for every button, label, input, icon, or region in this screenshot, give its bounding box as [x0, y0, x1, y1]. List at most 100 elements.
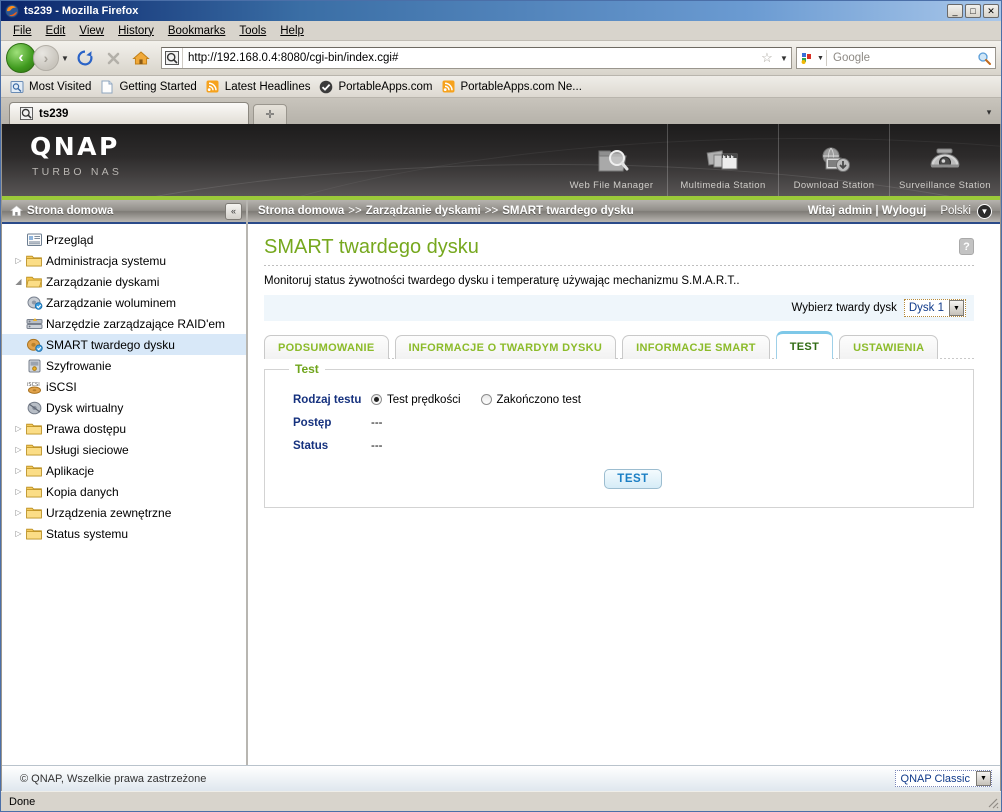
sidebar-item-administracja-systemu[interactable]: ▷ Administracja systemu: [2, 250, 246, 271]
sidebar-item-uslugi-sieciowe[interactable]: ▷ Usługi sieciowe: [2, 439, 246, 460]
minimize-button[interactable]: _: [947, 4, 963, 18]
sidebar-item-narzedzie-raid[interactable]: Narzędzie zarządzające RAID'em: [2, 313, 246, 334]
plus-icon: ✛: [265, 109, 275, 121]
chevron-down-icon[interactable]: ▼: [949, 300, 964, 316]
twisty-expanded-icon[interactable]: ◢: [12, 277, 25, 286]
menu-view[interactable]: View: [72, 23, 111, 39]
chevron-down-icon[interactable]: ▼: [59, 48, 71, 68]
web-file-manager-icon: [594, 139, 630, 177]
folder-icon: [25, 485, 43, 498]
sidebar-item-zarzadzanie-dyskami[interactable]: ◢ Zarządzanie dyskami: [2, 271, 246, 292]
help-icon[interactable]: ?: [959, 238, 974, 255]
twisty-collapsed-icon[interactable]: ▷: [12, 424, 25, 433]
sidebar-item-urzadzenia-zewnetrzne[interactable]: ▷ Urządzenia zewnętrzne: [2, 502, 246, 523]
radio-icon-selected[interactable]: [371, 394, 382, 405]
radio-zakonczono-test[interactable]: Zakończono test: [480, 394, 581, 406]
search-input[interactable]: Google: [827, 52, 973, 64]
sidebar-item-szyfrowanie[interactable]: Szyfrowanie: [2, 355, 246, 376]
sidebar-collapse-button[interactable]: «: [225, 202, 242, 220]
tab-list-button[interactable]: ▾: [981, 104, 997, 120]
disk-select[interactable]: Dysk 1 ▼: [903, 299, 966, 317]
folder-icon: [25, 422, 43, 435]
tab-informacje-smart[interactable]: INFORMACJE SMART: [622, 335, 770, 359]
content-tabs: PODSUMOWANIE INFORMACJE O TWARDYM DYSKU …: [264, 331, 974, 359]
twisty-collapsed-icon[interactable]: ▷: [12, 487, 25, 496]
menu-file[interactable]: File: [6, 23, 39, 39]
sidebar-item-label: Usługi sieciowe: [46, 442, 129, 457]
twisty-collapsed-icon[interactable]: ▷: [12, 256, 25, 265]
sidebar-item-iscsi[interactable]: iSCSI iSCSI: [2, 376, 246, 397]
site-favicon-icon: [18, 106, 34, 122]
url-dropdown-icon[interactable]: ▼: [777, 54, 791, 63]
maximize-button[interactable]: □: [965, 4, 981, 18]
sidebar-item-kopia-danych[interactable]: ▷ Kopia danych: [2, 481, 246, 502]
app-link-web-file-manager[interactable]: Web File Manager: [556, 124, 667, 196]
sidebar-item-prawa-dostepu[interactable]: ▷ Prawa dostępu: [2, 418, 246, 439]
bookmark-portableapps-news[interactable]: PortableApps.com Ne...: [438, 78, 587, 96]
sidebar-item-label: Przegląd: [46, 232, 94, 247]
folder-icon: [25, 527, 43, 540]
sidebar-item-status-systemu[interactable]: ▷ Status systemu: [2, 523, 246, 544]
language-selector[interactable]: Polski ▼: [940, 203, 992, 219]
bookmark-most-visited[interactable]: Most Visited: [7, 78, 97, 96]
app-link-label: Multimedia Station: [680, 180, 766, 191]
app-link-surveillance-station[interactable]: Surveillance Station: [889, 124, 1000, 196]
chevron-down-icon[interactable]: ▼: [976, 771, 991, 786]
page-description: Monitoruj status żywotności twardego dys…: [264, 275, 740, 287]
tab-ustawienia[interactable]: USTAWIENIA: [839, 335, 939, 359]
sidebar-item-aplikacje[interactable]: ▷ Aplikacje: [2, 460, 246, 481]
url-text[interactable]: http://192.168.0.4:8080/cgi-bin/index.cg…: [183, 52, 757, 64]
menu-bookmarks[interactable]: Bookmarks: [161, 23, 233, 39]
tab-informacje-o-twardym-dysku[interactable]: INFORMACJE O TWARDYM DYSKU: [394, 335, 617, 359]
menu-help[interactable]: Help: [273, 23, 311, 39]
breadcrumb-separator: >>: [484, 205, 499, 217]
twisty-collapsed-icon[interactable]: ▷: [12, 445, 25, 454]
sidebar-item-przeglad[interactable]: Przegląd: [2, 229, 246, 250]
sidebar-item-smart-twardego-dysku[interactable]: SMART twardego dysku: [2, 334, 246, 355]
twisty-collapsed-icon[interactable]: ▷: [12, 529, 25, 538]
close-button[interactable]: ✕: [983, 4, 999, 18]
app-link-multimedia-station[interactable]: Multimedia Station: [667, 124, 778, 196]
bookmark-label: Most Visited: [29, 80, 92, 93]
search-bar[interactable]: ▼ Google: [796, 47, 996, 69]
menu-history[interactable]: History: [111, 23, 161, 39]
main-pane: SMART twardego dysku ? Monitoruj status …: [248, 224, 1000, 765]
tab-podsumowanie[interactable]: PODSUMOWANIE: [264, 335, 389, 359]
resize-grip-icon[interactable]: [985, 795, 999, 809]
forward-arrow-icon: ›: [33, 45, 59, 71]
bookmark-star-icon[interactable]: ☆: [757, 50, 777, 66]
app-link-label: Download Station: [793, 180, 875, 191]
browser-tab-ts239[interactable]: ts239: [9, 102, 249, 124]
home-icon[interactable]: [128, 45, 154, 71]
breadcrumb-disk-management[interactable]: Zarządzanie dyskami: [366, 205, 481, 217]
back-arrow-icon[interactable]: ‹: [6, 43, 36, 73]
menu-edit[interactable]: Edit: [39, 23, 73, 39]
title-divider: [264, 265, 974, 266]
radio-test-predkosci[interactable]: Test prędkości: [371, 394, 461, 406]
theme-select[interactable]: QNAP Classic ▼: [894, 770, 992, 787]
search-icon[interactable]: [973, 51, 995, 66]
chevron-down-icon[interactable]: ▼: [977, 203, 992, 219]
search-engine-dropdown-icon[interactable]: ▼: [815, 50, 827, 66]
app-link-download-station[interactable]: Download Station: [778, 124, 889, 196]
test-type-label: Rodzaj testu: [293, 393, 362, 406]
tab-test[interactable]: TEST: [775, 331, 834, 359]
twisty-collapsed-icon[interactable]: ▷: [12, 466, 25, 475]
reload-icon[interactable]: [72, 45, 98, 71]
smart-disk-icon: [25, 338, 43, 352]
sidebar-item-zarzadzanie-woluminem[interactable]: Zarządzanie woluminem: [2, 292, 246, 313]
radio-icon-unselected[interactable]: [480, 394, 492, 405]
breadcrumb-home[interactable]: Strona domowa: [258, 205, 344, 217]
bookmark-getting-started[interactable]: Getting Started: [97, 78, 202, 96]
new-tab-button[interactable]: ✛: [253, 104, 287, 124]
bookmark-portableapps[interactable]: PortableApps.com: [316, 78, 438, 96]
test-button[interactable]: TEST: [604, 469, 662, 489]
app-link-label: Web File Manager: [569, 180, 654, 191]
twisty-collapsed-icon[interactable]: ▷: [12, 508, 25, 517]
menu-tools[interactable]: Tools: [232, 23, 273, 39]
most-visited-icon: [9, 79, 25, 95]
bookmark-latest-headlines[interactable]: Latest Headlines: [203, 78, 317, 96]
url-bar[interactable]: http://192.168.0.4:8080/cgi-bin/index.cg…: [161, 47, 792, 69]
welcome-logout[interactable]: Witaj admin | Wyloguj: [808, 205, 927, 217]
sidebar-item-dysk-wirtualny[interactable]: Dysk wirtualny: [2, 397, 246, 418]
